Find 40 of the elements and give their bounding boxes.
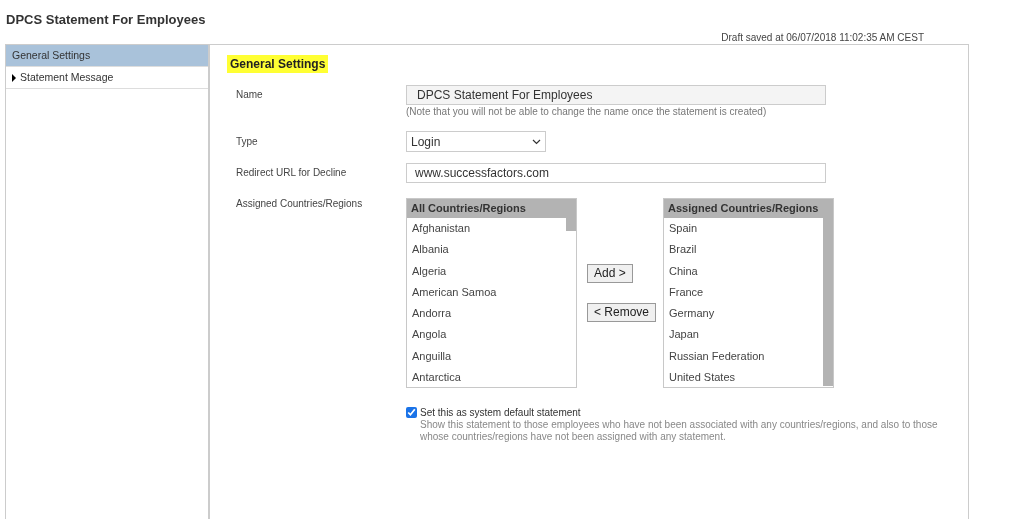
- remove-button[interactable]: < Remove: [587, 303, 657, 322]
- list-item[interactable]: Andorra: [407, 303, 566, 325]
- field-label: Name: [236, 88, 264, 102]
- list-item[interactable]: Japan: [664, 324, 823, 346]
- name-field[interactable]: DPCS Statement For Employees: [406, 85, 826, 105]
- list-box[interactable]: Assigned Countries/Regions Spain Brazil China France Germany Japan Russian Federation United States: [663, 198, 834, 388]
- list-item[interactable]: Albania: [407, 239, 566, 261]
- sidebar-item[interactable]: General Settings: [6, 45, 208, 67]
- field-label: Assigned Countries/Regions: [236, 197, 364, 211]
- list-item[interactable]: Antarctica: [407, 367, 566, 387]
- checkbox-description: Show this statement to those employees who have not been associated with any countries/regions, and also to those whose countries/regions have not been assigned with any statement.: [420, 419, 939, 443]
- list-item[interactable]: Afghanistan: [407, 218, 566, 240]
- scrollbar-thumb[interactable]: [566, 218, 576, 231]
- list-header: All Countries/Regions: [407, 199, 576, 218]
- default-checkbox[interactable]: [406, 407, 417, 418]
- section-title: General Settings: [227, 55, 329, 73]
- field-label: Redirect URL for Decline: [236, 166, 348, 180]
- field-label: Type: [236, 135, 259, 149]
- list-item[interactable]: France: [664, 281, 823, 304]
- list-item[interactable]: China: [664, 260, 823, 282]
- list-item[interactable]: Germany: [664, 303, 823, 325]
- list-item[interactable]: Anguilla: [407, 345, 566, 368]
- draft-status: Draft saved at 06/07/2018 11:02:35 AM CEST: [721, 32, 924, 44]
- list-item[interactable]: Angola: [407, 324, 566, 346]
- list-item[interactable]: Algeria: [407, 260, 566, 282]
- list-item[interactable]: Russian Federation: [664, 345, 823, 368]
- list-item[interactable]: Brazil: [664, 239, 823, 261]
- chevron-down-icon: [532, 138, 541, 145]
- name-note: (Note that you will not be able to change the name once the statement is created): [406, 105, 768, 118]
- page-title: DPCS Statement For Employees: [6, 11, 207, 29]
- list-item[interactable]: United States: [664, 367, 823, 387]
- list-item[interactable]: Spain: [664, 218, 823, 240]
- list-item[interactable]: American Samoa: [407, 281, 566, 304]
- scrollbar-thumb[interactable]: [823, 218, 833, 386]
- add-button[interactable]: Add >: [587, 264, 633, 283]
- type-dropdown[interactable]: Login: [406, 131, 546, 152]
- list-box[interactable]: All Countries/Regions Afghanistan Albania Algeria American Samoa Andorra Angola Anguilla Antarctica: [406, 198, 577, 388]
- redirect-url-field[interactable]: www.successfactors.com: [406, 163, 826, 183]
- checkbox-label: Set this as system default statement: [420, 406, 582, 419]
- list-header: Assigned Countries/Regions: [664, 199, 833, 218]
